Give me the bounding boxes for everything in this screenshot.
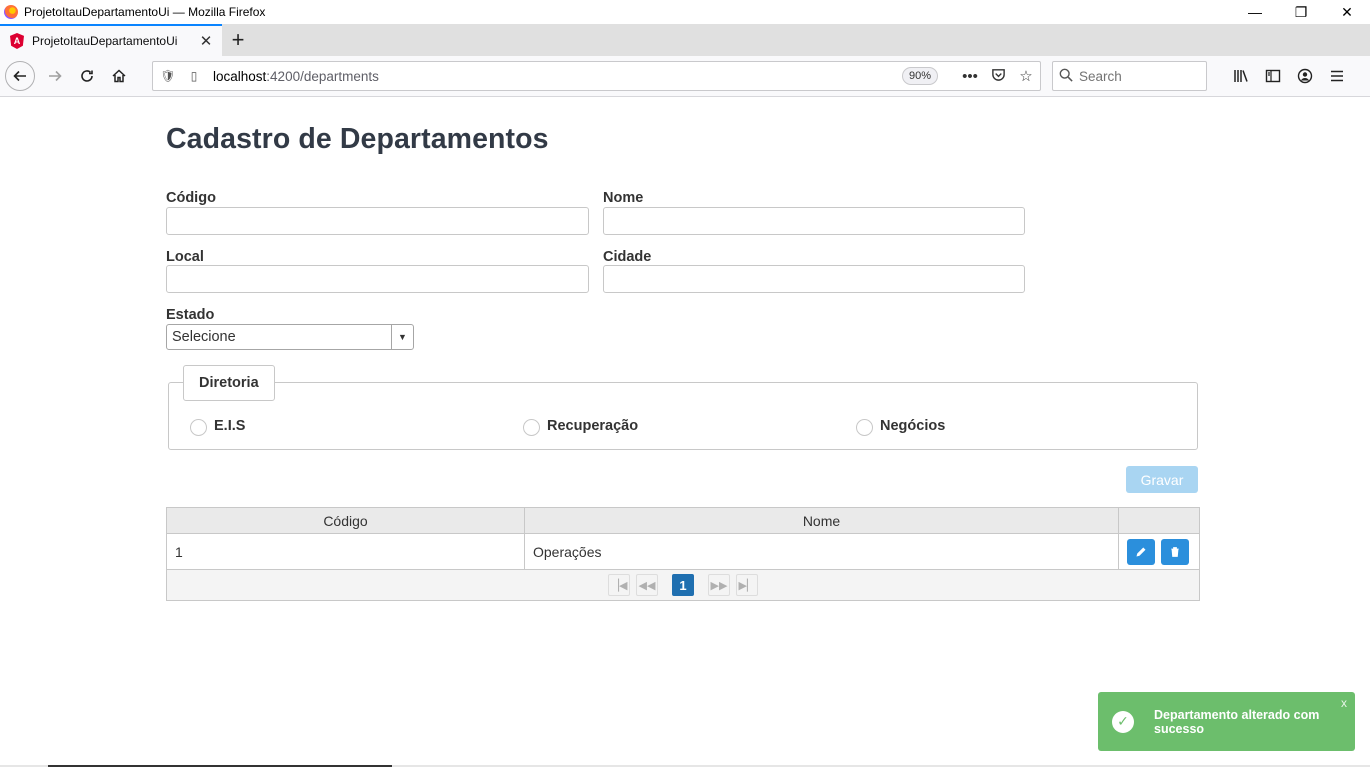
library-icon[interactable] — [1225, 60, 1257, 92]
page-info-icon[interactable]: ▯ — [183, 69, 205, 83]
cidade-label: Cidade — [603, 249, 652, 265]
radio-label: E.I.S — [214, 417, 246, 434]
local-label: Local — [166, 249, 204, 265]
address-bar[interactable]: 🛡 ▯ localhost:4200/departments 90% ••• ☆ — [152, 61, 1041, 91]
codigo-label: Código — [166, 190, 216, 206]
trash-icon — [1171, 546, 1179, 557]
page-number-button[interactable]: 1 — [672, 574, 694, 596]
url-host: localhost — [213, 68, 267, 84]
check-icon: ✓ — [1112, 710, 1134, 733]
pencil-icon — [1136, 547, 1146, 556]
radio-option-recuperacao[interactable]: Recuperação — [523, 415, 638, 436]
search-icon — [1053, 68, 1079, 85]
window-title: ProjetoItauDepartamentoUi — Mozilla Fire… — [24, 5, 266, 19]
navigation-toolbar: 🛡 ▯ localhost:4200/departments 90% ••• ☆… — [0, 56, 1370, 97]
cell-actions — [1119, 534, 1199, 569]
radio-button[interactable] — [523, 419, 540, 436]
reload-icon — [81, 70, 93, 82]
chevron-down-icon[interactable]: ▼ — [391, 325, 413, 349]
first-page-icon[interactable]: ▕◀ — [608, 574, 630, 596]
success-toast: ✓ Departamento alterado com sucesso x — [1098, 692, 1355, 751]
radio-button[interactable] — [856, 419, 873, 436]
radio-option-eis[interactable]: E.I.S — [190, 415, 245, 436]
column-header-actions — [1119, 508, 1199, 533]
codigo-input[interactable] — [166, 207, 589, 235]
diretoria-fieldset — [168, 382, 1198, 450]
arrow-left-icon — [13, 70, 26, 82]
local-input[interactable] — [166, 265, 589, 293]
save-button[interactable]: Gravar — [1126, 466, 1198, 493]
next-page-icon[interactable]: ▶▶ — [708, 574, 730, 596]
close-tab-icon[interactable]: ✕ — [198, 32, 214, 50]
toast-close-icon[interactable]: x — [1341, 696, 1347, 710]
new-tab-button[interactable]: + — [222, 24, 254, 56]
tab-strip: A ProjetoItauDepartamentoUi ✕ + — [0, 24, 1370, 56]
column-header-nome[interactable]: Nome — [525, 508, 1119, 533]
estado-label: Estado — [166, 307, 215, 323]
cell-codigo: 1 — [167, 534, 525, 569]
reload-button[interactable] — [71, 60, 103, 92]
url-text[interactable]: localhost:4200/departments — [213, 69, 902, 84]
radio-button[interactable] — [190, 419, 207, 436]
bookmark-star-icon[interactable]: ☆ — [1012, 67, 1040, 85]
zoom-indicator[interactable]: 90% — [901, 67, 938, 85]
prev-page-icon[interactable]: ◀◀ — [636, 574, 658, 596]
browser-tab[interactable]: A ProjetoItauDepartamentoUi ✕ — [0, 24, 222, 56]
account-icon[interactable] — [1289, 60, 1321, 92]
nome-label: Nome — [603, 190, 644, 206]
last-page-icon[interactable]: ▶▏ — [736, 574, 758, 596]
radio-option-negocios[interactable]: Negócios — [856, 415, 945, 436]
page-content: Cadastro de Departamentos Código Nome Lo… — [0, 97, 1370, 774]
delete-button[interactable] — [1161, 538, 1189, 565]
table-row: 1 Operações — [167, 534, 1199, 570]
angular-favicon-icon: A — [10, 33, 24, 49]
forward-button[interactable] — [39, 60, 71, 92]
toolbar-right — [1225, 60, 1353, 92]
back-button[interactable] — [5, 61, 35, 91]
estado-dropdown[interactable]: Selecione ▼ — [166, 324, 414, 350]
url-path: :4200/departments — [266, 68, 379, 84]
search-box[interactable]: Search — [1052, 61, 1207, 91]
edit-button[interactable] — [1127, 538, 1155, 565]
page-title: Cadastro de Departamentos — [166, 123, 549, 155]
diretoria-legend[interactable]: Diretoria — [183, 365, 275, 401]
radio-label: Recuperação — [547, 417, 639, 434]
shield-icon[interactable]: 🛡 — [157, 69, 179, 83]
close-window-button[interactable]: ✕ — [1324, 0, 1370, 24]
paginator: ▕◀ ◀◀ 1 ▶▶ ▶▏ — [167, 570, 1199, 600]
pocket-icon[interactable] — [984, 67, 1012, 86]
page-actions-icon[interactable]: ••• — [956, 68, 984, 85]
radio-label: Negócios — [880, 417, 946, 434]
sidebar-icon[interactable] — [1257, 60, 1289, 92]
table-header: Código Nome — [167, 508, 1199, 534]
minimize-button[interactable]: — — [1232, 0, 1278, 24]
cell-nome: Operações — [525, 534, 1119, 569]
window-titlebar: ProjetoItauDepartamentoUi — Mozilla Fire… — [0, 0, 1370, 24]
page-bottom-divider — [0, 765, 1370, 767]
firefox-logo-icon — [4, 5, 18, 19]
arrow-right-icon — [49, 70, 62, 82]
nome-input[interactable] — [603, 207, 1025, 235]
toast-message: Departamento alterado com sucesso — [1154, 707, 1320, 736]
tab-title: ProjetoItauDepartamentoUi — [32, 34, 178, 48]
cidade-input[interactable] — [603, 265, 1025, 293]
restore-button[interactable]: ❐ — [1278, 0, 1324, 24]
search-placeholder: Search — [1079, 68, 1122, 84]
departments-table: Código Nome 1 Operações ▕◀ ◀◀ 1 ▶▶ ▶▏ — [166, 507, 1200, 601]
column-header-codigo[interactable]: Código — [167, 508, 525, 533]
home-icon — [112, 69, 126, 83]
estado-selected-value: Selecione — [172, 329, 236, 345]
home-button[interactable] — [103, 60, 135, 92]
menu-icon[interactable] — [1321, 60, 1353, 92]
